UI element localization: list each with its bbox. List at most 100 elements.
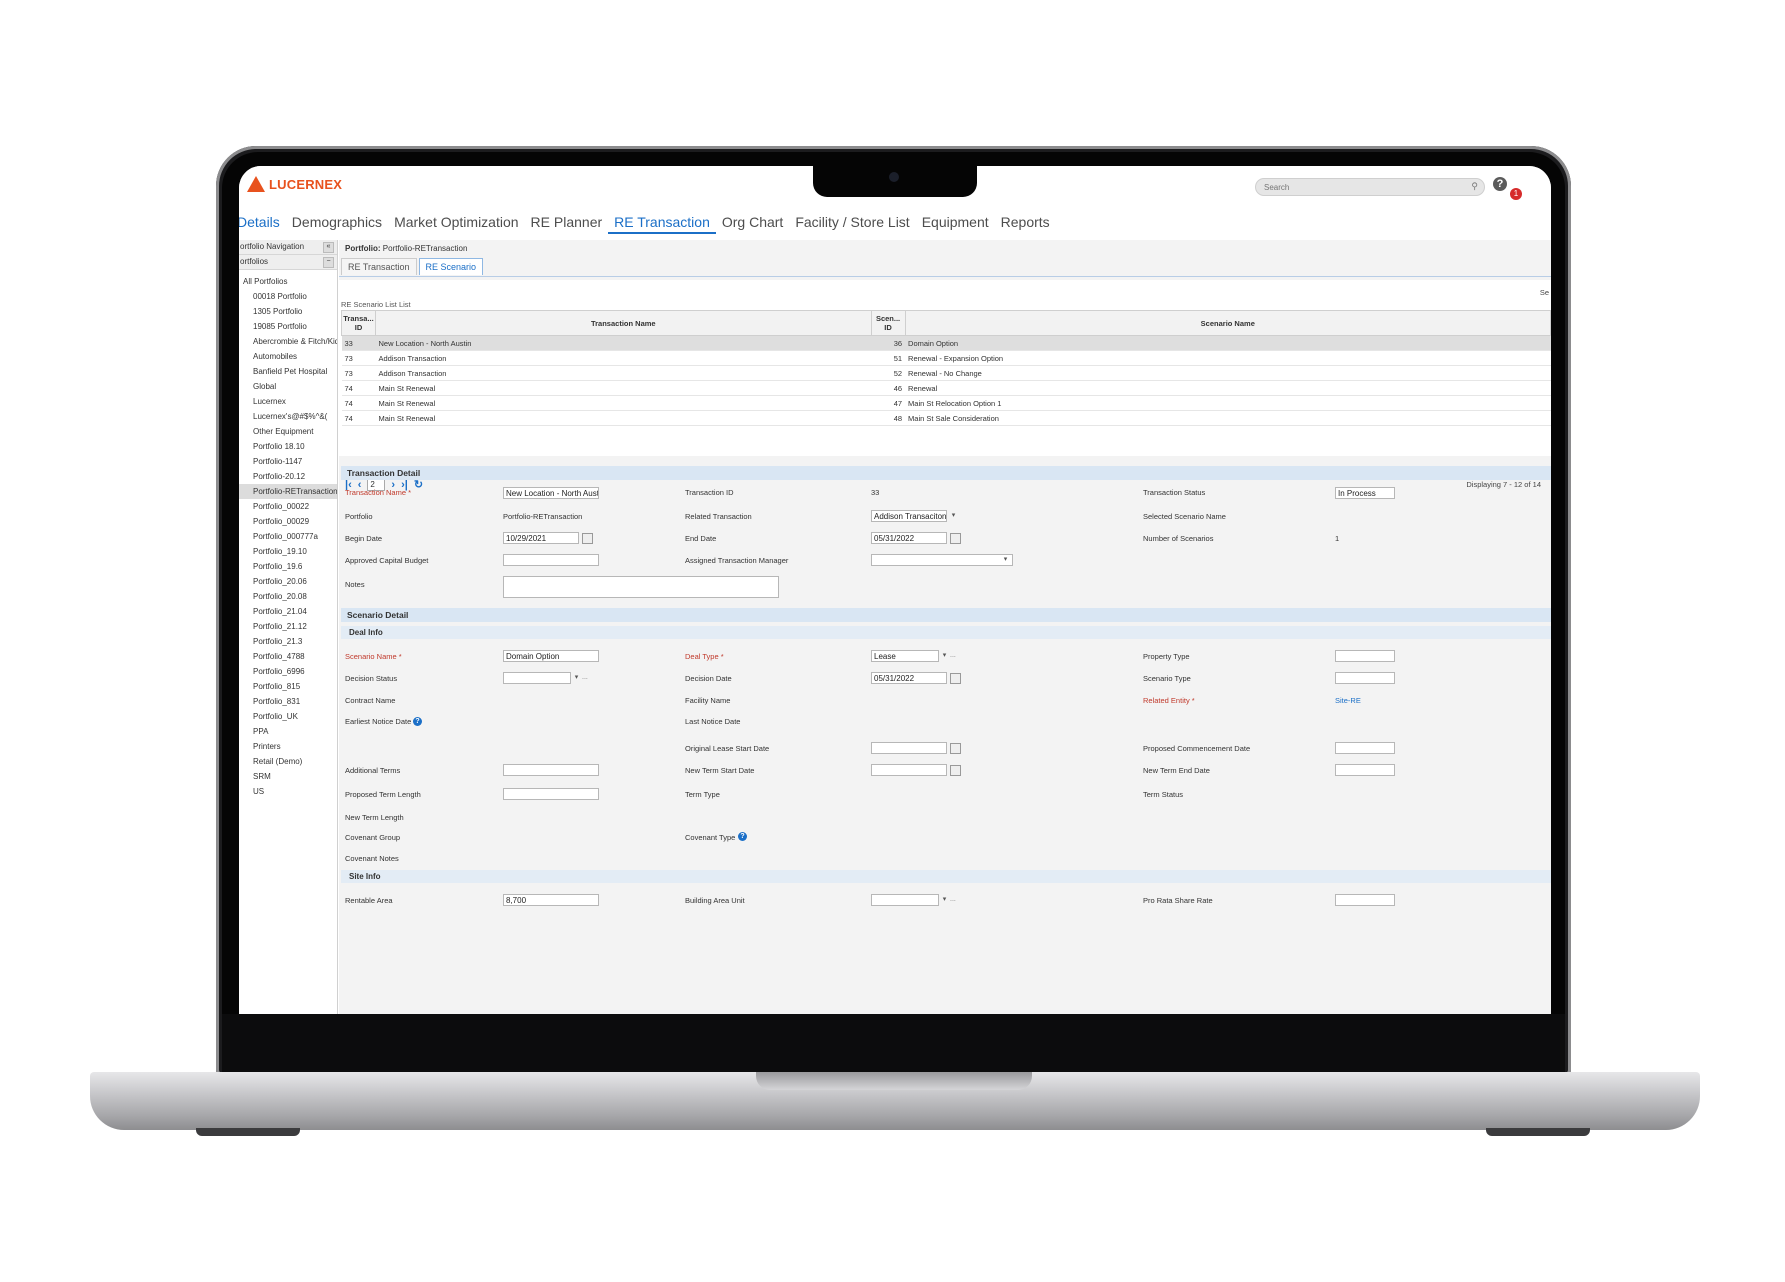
tree-item[interactable]: US [239, 784, 337, 799]
nav-re-transaction[interactable]: RE Transaction [608, 214, 716, 234]
tree-item[interactable]: Portfolio_21.04 [239, 604, 337, 619]
building-area-unit-select[interactable] [871, 894, 939, 906]
proposed-commencement-field[interactable] [1335, 742, 1395, 754]
tree-item[interactable]: SRM [239, 769, 337, 784]
tree-item[interactable]: Lucernex [239, 394, 337, 409]
logo[interactable]: LUCERNEX [247, 176, 342, 192]
tree-item[interactable]: Portfolio_831 [239, 694, 337, 709]
help-icon[interactable]: ? [1493, 177, 1507, 191]
tree-item[interactable]: Portfolio_20.08 [239, 589, 337, 604]
tree-item[interactable]: Abercrombie & Fitch/Kids [239, 334, 337, 349]
site-info-header[interactable]: Site Info [341, 870, 1551, 883]
nav-re-planner[interactable]: RE Planner [525, 214, 609, 234]
tree-item[interactable]: Portfolio-1147 [239, 454, 337, 469]
notification-badge[interactable]: 1 [1510, 188, 1522, 200]
original-lease-start-field[interactable] [871, 742, 947, 754]
deal-type-select[interactable]: Lease [871, 650, 939, 662]
collapse-section-icon[interactable]: − [323, 257, 334, 268]
new-term-start-field[interactable] [871, 764, 947, 776]
nav-market-optimization[interactable]: Market Optimization [388, 214, 524, 234]
table-row[interactable]: 33 New Location - North Austin 36 Domain Op… [341, 335, 1551, 351]
table-row[interactable]: 73 Addison Transaction 52 Renewal - No Chan… [341, 365, 1551, 381]
building-area-unit-chevron-down-icon[interactable]: ▾ [940, 894, 949, 905]
tree-item[interactable]: Portfolio-20.12 [239, 469, 337, 484]
decision-date-field[interactable]: 05/31/2022 [871, 672, 947, 684]
tree-item[interactable]: Portfolio_00029 [239, 514, 337, 529]
column-header-scenario-id[interactable]: Scen... ID [870, 310, 906, 336]
tree-item[interactable]: Portfolio_19.6 [239, 559, 337, 574]
additional-terms-field[interactable] [503, 764, 599, 776]
tree-item[interactable]: Portfolio_00022 [239, 499, 337, 514]
decision-date-calendar-icon[interactable] [950, 673, 961, 684]
tree-item[interactable]: Portfolio 18.10 [239, 439, 337, 454]
table-row[interactable]: 74 Main St Renewal 47 Main St Relocation Op… [341, 395, 1551, 411]
new-term-start-calendar-icon[interactable] [950, 765, 961, 776]
table-row[interactable]: 74 Main St Renewal 48 Main St Sale Consider… [341, 410, 1551, 426]
related-transaction-chevron-down-icon[interactable]: ▾ [949, 510, 958, 521]
search-input[interactable] [1256, 179, 1464, 195]
related-entity-link[interactable]: Site-RE [1335, 696, 1361, 705]
nav-details[interactable]: Details [239, 214, 286, 234]
tree-item[interactable]: Portfolio_19.10 [239, 544, 337, 559]
tree-item[interactable]: Portfolio_21.3 [239, 634, 337, 649]
tree-item[interactable]: Lucernex's@#$%^&( [239, 409, 337, 424]
scenario-detail-header[interactable]: Scenario Detail [341, 608, 1551, 622]
column-header-transaction-id[interactable]: Transa... ID [341, 310, 376, 336]
search-icon[interactable]: ⚲ [1471, 181, 1478, 192]
deal-type-chevron-down-icon[interactable]: ▾ [940, 650, 949, 661]
earliest-notice-info-icon[interactable]: ? [413, 717, 422, 726]
assigned-manager-select[interactable] [871, 554, 1013, 566]
tree-item[interactable]: Retail (Demo) [239, 754, 337, 769]
decision-status-more-icon[interactable]: ... [582, 674, 588, 681]
deal-type-more-icon[interactable]: ... [950, 652, 956, 659]
proposed-term-length-field[interactable] [503, 788, 599, 800]
tree-item[interactable]: Other Equipment [239, 424, 337, 439]
tree-item[interactable]: Banfield Pet Hospital [239, 364, 337, 379]
notes-textarea[interactable] [503, 576, 779, 598]
tree-item[interactable]: Printers [239, 739, 337, 754]
tree-item[interactable]: 19085 Portfolio [239, 319, 337, 334]
tree-item[interactable]: Portfolio_6996 [239, 664, 337, 679]
begin-date-calendar-icon[interactable] [582, 533, 593, 544]
pro-rata-field[interactable] [1335, 894, 1395, 906]
building-area-unit-more-icon[interactable]: ... [950, 896, 956, 903]
tree-item[interactable]: Portfolio-RETransaction [239, 484, 337, 499]
nav-org-chart[interactable]: Org Chart [716, 214, 789, 234]
deal-info-header[interactable]: Deal Info [341, 626, 1551, 639]
covenant-type-info-icon[interactable]: ? [738, 832, 747, 841]
tree-item[interactable]: Global [239, 379, 337, 394]
scenario-type-field[interactable] [1335, 672, 1395, 684]
scenario-name-field[interactable]: Domain Option [503, 650, 599, 662]
begin-date-field[interactable]: 10/29/2021 [503, 532, 579, 544]
tab-re-scenario[interactable]: RE Scenario [418, 258, 484, 275]
end-date-calendar-icon[interactable] [950, 533, 961, 544]
nav-demographics[interactable]: Demographics [286, 214, 388, 234]
table-row[interactable]: 73 Addison Transaction 51 Renewal - Expansi… [341, 350, 1551, 366]
transaction-detail-header[interactable]: Transaction Detail [341, 466, 1551, 480]
nav-facility-store-list[interactable]: Facility / Store List [789, 214, 915, 234]
related-transaction-select[interactable]: Addison Transaciton [871, 510, 947, 522]
tree-item[interactable]: PPA [239, 724, 337, 739]
nav-reports[interactable]: Reports [995, 214, 1056, 234]
tree-item[interactable]: Portfolio_21.12 [239, 619, 337, 634]
tree-item[interactable]: Portfolio_815 [239, 679, 337, 694]
approved-budget-field[interactable] [503, 554, 599, 566]
column-header-transaction-name[interactable]: Transaction Name [374, 310, 872, 336]
tree-item[interactable]: Portfolio_UK [239, 709, 337, 724]
original-lease-start-calendar-icon[interactable] [950, 743, 961, 754]
tree-item[interactable]: 1305 Portfolio [239, 304, 337, 319]
tree-root[interactable]: All Portfolios [239, 274, 337, 289]
tree-item[interactable]: 00018 Portfolio [239, 289, 337, 304]
tree-item[interactable]: Portfolio_20.06 [239, 574, 337, 589]
rentable-area-field[interactable]: 8,700 [503, 894, 599, 906]
tree-item[interactable]: Portfolio_000777a [239, 529, 337, 544]
transaction-name-field[interactable]: New Location - North Austin [503, 487, 599, 499]
decision-status-select[interactable] [503, 672, 571, 684]
new-term-end-field[interactable] [1335, 764, 1395, 776]
column-header-scenario-name[interactable]: Scenario Name [904, 310, 1551, 336]
table-row[interactable]: 74 Main St Renewal 46 Renewal [341, 380, 1551, 396]
tab-re-transaction[interactable]: RE Transaction [341, 258, 417, 275]
property-type-field[interactable] [1335, 650, 1395, 662]
collapse-sidebar-icon[interactable]: « [323, 242, 334, 253]
end-date-field[interactable]: 05/31/2022 [871, 532, 947, 544]
